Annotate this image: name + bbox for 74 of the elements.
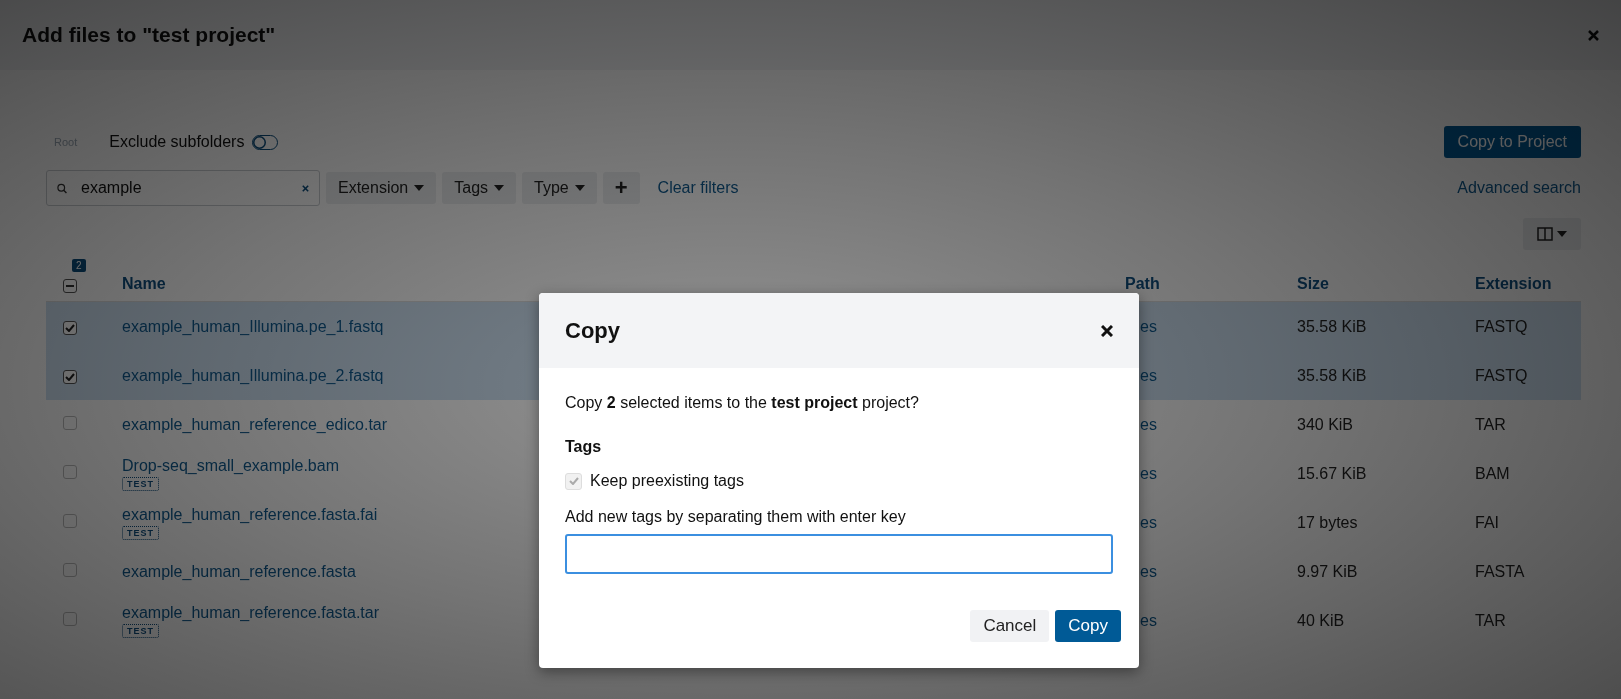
path-link[interactable]: es	[1140, 562, 1157, 580]
copy-to-project-button[interactable]: Copy to Project	[1443, 126, 1581, 158]
check-icon	[568, 477, 579, 485]
row-checkbox[interactable]	[63, 611, 77, 626]
extension-cell: FAI	[1475, 513, 1499, 532]
search-icon	[57, 181, 68, 195]
file-name-link[interactable]: example_human_reference.fasta.tar	[122, 603, 380, 622]
advanced-search-link[interactable]: Advanced search	[1457, 179, 1581, 197]
minus-icon	[66, 285, 74, 287]
tags-input-field[interactable]	[565, 534, 1113, 574]
dialog-title: Copy	[565, 317, 620, 344]
file-name-link[interactable]: example_human_Illumina.pe_2.fastq	[122, 366, 384, 385]
size-cell: 15.67 KiB	[1297, 464, 1367, 483]
dialog-message: Copy 2 selected items to the test project project?	[565, 394, 920, 412]
select-all-checkbox[interactable]	[63, 279, 77, 293]
tags-heading: Tags	[565, 438, 603, 456]
field-label: Add new tags by separating them with enter key	[565, 508, 907, 526]
row-checkbox[interactable]	[63, 513, 77, 528]
file-name-link[interactable]: example_human_Illumina.pe_1.fastq	[122, 317, 384, 336]
search-input[interactable]: example	[79, 178, 291, 198]
clear-filters-link[interactable]: Clear filters	[657, 179, 739, 197]
filter-dropdown[interactable]: Tags	[442, 172, 517, 204]
extension-cell: BAM	[1475, 464, 1510, 483]
cancel-button[interactable]: Cancel	[970, 610, 1050, 642]
check-icon	[65, 372, 75, 381]
search-field[interactable]: example	[46, 170, 320, 206]
path-link[interactable]: es	[1140, 366, 1157, 384]
file-name-link[interactable]: example_human_reference.fasta.fai	[122, 505, 378, 524]
close-button[interactable]	[1101, 324, 1113, 337]
extension-cell: TAR	[1475, 611, 1506, 630]
window-title: Add files to "test project"	[22, 23, 276, 47]
row-checkbox[interactable]	[63, 415, 77, 430]
toggle-switch[interactable]	[252, 134, 279, 150]
caret-icon	[574, 185, 585, 191]
size-cell: 9.97 KiB	[1297, 562, 1358, 581]
filter-dropdown[interactable]: Extension	[326, 172, 437, 204]
size-cell: 35.58 KiB	[1297, 317, 1367, 336]
path-link[interactable]: es	[1140, 611, 1157, 629]
size-cell: 340 KiB	[1297, 415, 1354, 434]
checkbox-label: Keep preexisting tags	[590, 472, 744, 490]
extension-cell: FASTA	[1475, 562, 1525, 581]
row-checkbox[interactable]	[63, 562, 77, 577]
row-checkbox[interactable]	[63, 320, 77, 335]
caret-icon	[414, 185, 425, 191]
path-link[interactable]: es	[1140, 415, 1157, 433]
columns-icon	[1537, 227, 1553, 241]
file-name-link[interactable]: example_human_reference_edico.tar	[122, 415, 388, 434]
column-header[interactable]: Name	[122, 275, 166, 293]
size-cell: 35.58 KiB	[1297, 366, 1367, 385]
selected-count-badge: 2	[72, 259, 86, 272]
file-name-link[interactable]: Drop-seq_small_example.bam	[122, 456, 339, 475]
column-header[interactable]: Extension	[1475, 275, 1552, 293]
column-header[interactable]: Size	[1297, 275, 1329, 293]
row-checkbox[interactable]	[63, 369, 77, 384]
extension-cell: FASTQ	[1475, 317, 1528, 336]
path-link[interactable]: es	[1140, 464, 1157, 482]
filter-dropdown[interactable]: Type	[522, 172, 597, 204]
toggle-label: Exclude subfolders	[109, 133, 245, 151]
file-name-link[interactable]: example_human_reference.fasta	[122, 562, 356, 581]
path-link[interactable]: es	[1140, 513, 1157, 531]
size-cell: 17 bytes	[1297, 513, 1358, 532]
size-cell: 40 KiB	[1297, 611, 1345, 630]
row-checkbox[interactable]	[63, 464, 77, 479]
columns-button[interactable]	[1523, 218, 1581, 250]
add-filter-button[interactable]: +	[602, 172, 640, 204]
extension-cell: FASTQ	[1475, 366, 1528, 385]
extension-cell: TAR	[1475, 415, 1506, 434]
caret-icon	[494, 185, 505, 191]
column-header[interactable]: Path	[1125, 275, 1160, 293]
caret-icon	[1557, 231, 1567, 237]
check-icon	[65, 323, 75, 332]
clear-icon[interactable]	[302, 183, 309, 193]
path-link[interactable]: es	[1140, 317, 1157, 335]
copy-button[interactable]: Copy	[1055, 610, 1121, 642]
